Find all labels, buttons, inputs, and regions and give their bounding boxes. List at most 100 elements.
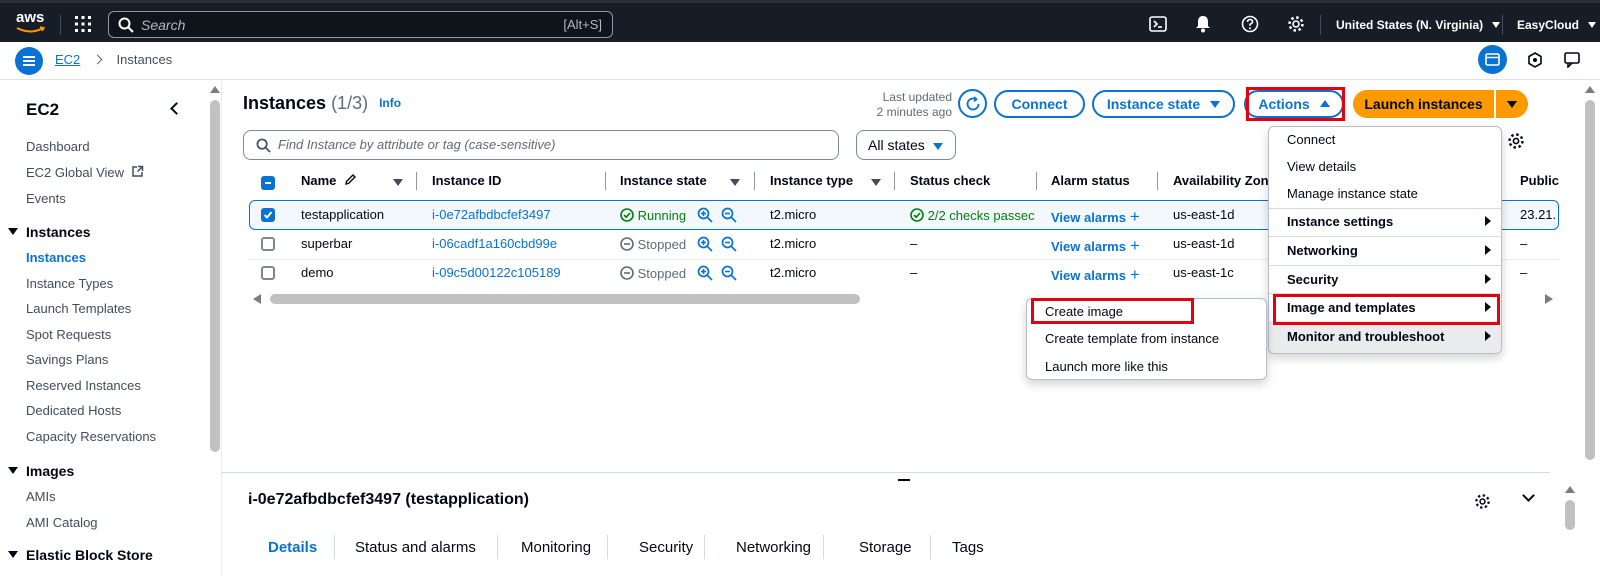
- sidebar-item-amis[interactable]: AMIs: [26, 489, 56, 504]
- menu-item-monitor-and-troubleshoot[interactable]: Monitor and troubleshoot: [1287, 329, 1444, 344]
- cell-instance-id[interactable]: i-09c5d00122c105189: [432, 265, 561, 280]
- view-alarms-link[interactable]: View alarms +: [1051, 236, 1140, 256]
- connect-button[interactable]: Connect: [994, 90, 1085, 118]
- menu-item-connect[interactable]: Connect: [1287, 132, 1335, 147]
- column-header-instance-state[interactable]: Instance state: [620, 173, 707, 188]
- menu-item-launch-more[interactable]: Launch more like this: [1045, 359, 1168, 374]
- scroll-left-icon[interactable]: [253, 294, 261, 304]
- menu-item-create-image[interactable]: Create image: [1045, 304, 1123, 319]
- breadcrumb-ec2-link[interactable]: EC2: [55, 52, 80, 67]
- tab-networking[interactable]: Networking: [736, 539, 811, 556]
- notifications-bell-icon[interactable]: [1195, 15, 1211, 36]
- zoom-in-icon[interactable]: [697, 207, 713, 226]
- region-selector[interactable]: United States (N. Virginia): [1336, 16, 1501, 32]
- zoom-in-icon[interactable]: [697, 265, 713, 284]
- zoom-out-icon[interactable]: [721, 207, 737, 226]
- actions-button[interactable]: Actions: [1244, 90, 1344, 118]
- sidebar-item-dashboard[interactable]: Dashboard: [26, 139, 90, 154]
- sidebar-item-ec2-global-view[interactable]: EC2 Global View: [26, 165, 144, 180]
- chevron-down-icon[interactable]: [1522, 489, 1535, 502]
- instance-filter-input[interactable]: Find Instance by attribute or tag (case-…: [243, 130, 839, 160]
- sort-icon[interactable]: [730, 179, 740, 186]
- details-preferences-gear-icon[interactable]: [1474, 493, 1491, 513]
- state-filter-select[interactable]: All states: [856, 130, 956, 160]
- sidebar-section-instances[interactable]: Instances: [8, 224, 91, 240]
- tab-details[interactable]: Details: [268, 539, 317, 556]
- page-scroll-up-icon[interactable]: [1585, 86, 1595, 93]
- sidebar-item-ami-catalog[interactable]: AMI Catalog: [26, 515, 98, 530]
- sidebar-item-spot-requests[interactable]: Spot Requests: [26, 327, 111, 342]
- cell-instance-id[interactable]: i-0e72afbdbcfef3497: [432, 207, 551, 222]
- info-link[interactable]: Info: [379, 96, 401, 110]
- tab-status-and-alarms[interactable]: Status and alarms: [355, 539, 476, 556]
- column-header-status-check[interactable]: Status check: [910, 173, 990, 188]
- column-header-public[interactable]: Public: [1520, 173, 1559, 188]
- column-separator: [605, 172, 606, 190]
- menu-item-security[interactable]: Security: [1287, 272, 1338, 287]
- sidebar-item-launch-templates[interactable]: Launch Templates: [26, 301, 131, 316]
- menu-item-create-template[interactable]: Create template from instance: [1045, 331, 1219, 346]
- cloudshell-icon[interactable]: [1149, 16, 1167, 35]
- sidebar-item-events[interactable]: Events: [26, 191, 66, 206]
- sidebar-section-elastic-block-store[interactable]: Elastic Block Store: [8, 547, 153, 563]
- hamburger-menu-icon[interactable]: [15, 47, 43, 75]
- menu-item-image-and-templates[interactable]: Image and templates: [1287, 300, 1416, 315]
- sidebar-scroll-up-icon[interactable]: [210, 86, 220, 93]
- global-search-input[interactable]: Search [Alt+S]: [108, 11, 613, 38]
- resize-handle[interactable]: [898, 479, 910, 481]
- column-header-alarm-status[interactable]: Alarm status: [1051, 173, 1130, 188]
- details-scrollbar[interactable]: [1565, 500, 1575, 530]
- select-all-checkbox[interactable]: [261, 176, 275, 190]
- tab-monitoring[interactable]: Monitoring: [521, 539, 591, 556]
- caret-down-icon: [8, 228, 18, 235]
- sidebar-section-images[interactable]: Images: [8, 463, 74, 479]
- column-header-instance-type[interactable]: Instance type: [770, 173, 853, 188]
- zoom-out-icon[interactable]: [721, 236, 737, 255]
- cell-instance-id[interactable]: i-06cadf1a160cbd99e: [432, 236, 557, 251]
- sidebar-item-savings-plans[interactable]: Savings Plans: [26, 352, 108, 367]
- zoom-out-icon[interactable]: [721, 265, 737, 284]
- sidebar-item-instances[interactable]: Instances: [26, 250, 86, 265]
- table-horizontal-scrollbar[interactable]: [270, 294, 860, 304]
- row-checkbox[interactable]: [261, 237, 275, 251]
- sidebar-item-reserved-instances[interactable]: Reserved Instances: [26, 378, 141, 393]
- launch-instances-button[interactable]: Launch instances: [1353, 90, 1494, 118]
- details-scroll-up-icon[interactable]: [1565, 486, 1575, 493]
- aws-logo[interactable]: aws: [15, 7, 47, 37]
- sidebar-item-capacity-reservations[interactable]: Capacity Reservations: [26, 429, 156, 444]
- help-icon[interactable]: [1241, 15, 1259, 36]
- tab-tags[interactable]: Tags: [952, 539, 984, 556]
- sidebar-item-dedicated-hosts[interactable]: Dedicated Hosts: [26, 403, 121, 418]
- refresh-button[interactable]: [958, 89, 987, 118]
- view-alarms-link[interactable]: View alarms +: [1051, 207, 1140, 227]
- column-header-name[interactable]: Name: [301, 173, 357, 188]
- sort-icon[interactable]: [871, 179, 881, 186]
- column-header-instance-id[interactable]: Instance ID: [432, 173, 501, 188]
- instance-state-button[interactable]: Instance state: [1092, 90, 1235, 118]
- tab-storage[interactable]: Storage: [859, 539, 912, 556]
- table-preferences-gear-icon[interactable]: [1507, 132, 1525, 153]
- row-checkbox[interactable]: [261, 266, 275, 280]
- menu-item-instance-settings[interactable]: Instance settings: [1287, 214, 1393, 229]
- tab-security[interactable]: Security: [639, 539, 693, 556]
- menu-item-view-details[interactable]: View details: [1287, 159, 1356, 174]
- feedback-icon[interactable]: [1564, 52, 1581, 71]
- settings-gear-icon[interactable]: [1287, 15, 1305, 36]
- notifications-panel-icon[interactable]: [1527, 52, 1543, 71]
- zoom-in-icon[interactable]: [697, 236, 713, 255]
- info-panel-toggle-icon[interactable]: [1478, 45, 1507, 74]
- menu-item-networking[interactable]: Networking: [1287, 243, 1358, 258]
- sidebar-collapse-icon[interactable]: [170, 102, 183, 115]
- sidebar-scrollbar[interactable]: [210, 100, 220, 452]
- row-checkbox[interactable]: [261, 208, 275, 222]
- scroll-right-icon[interactable]: [1545, 294, 1553, 304]
- sort-icon[interactable]: [393, 179, 403, 186]
- launch-instances-dropdown[interactable]: [1496, 90, 1528, 118]
- account-menu[interactable]: EasyCloud: [1517, 16, 1596, 32]
- sidebar-item-instance-types[interactable]: Instance Types: [26, 276, 113, 291]
- menu-item-manage-instance-state[interactable]: Manage instance state: [1287, 186, 1418, 201]
- view-alarms-link[interactable]: View alarms +: [1051, 265, 1140, 285]
- page-scrollbar[interactable]: [1585, 100, 1595, 460]
- services-grid-icon[interactable]: [74, 15, 92, 33]
- column-header-availability-zone[interactable]: Availability Zon: [1173, 173, 1269, 188]
